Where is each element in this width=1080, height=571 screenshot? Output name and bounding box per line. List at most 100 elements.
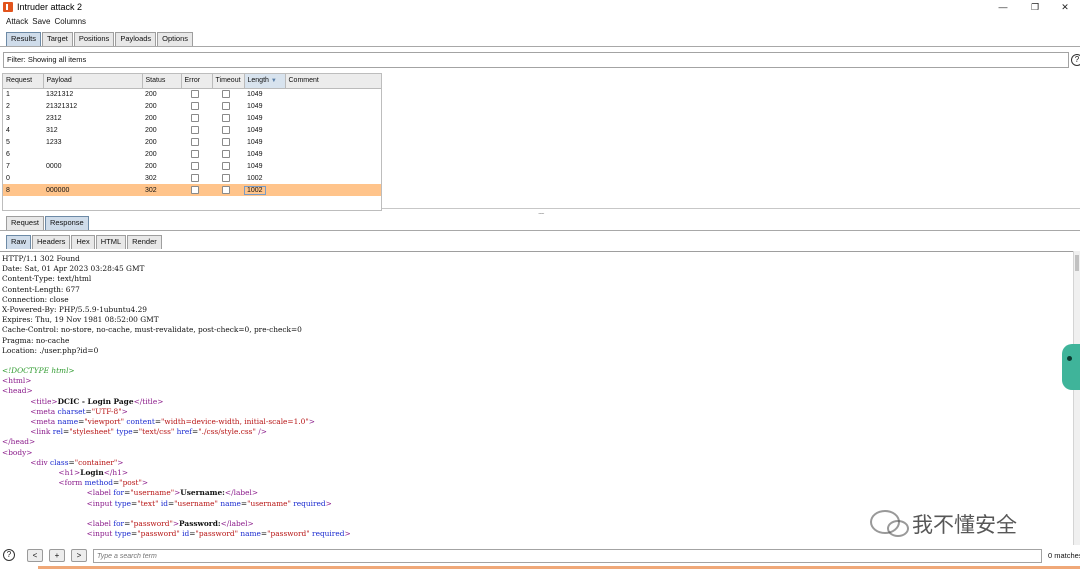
error-checkbox[interactable] xyxy=(191,162,199,170)
mascot-sticker-icon xyxy=(1062,344,1080,390)
tab-options[interactable]: Options xyxy=(157,32,194,46)
timeout-checkbox[interactable] xyxy=(222,90,230,99)
response-line xyxy=(2,356,1073,366)
cell-comment xyxy=(285,136,381,148)
table-row[interactable]: 0 302 1002 xyxy=(3,172,381,184)
cell-length-value: 1049 xyxy=(247,138,263,146)
response-token: "viewport" xyxy=(84,417,125,426)
cell-payload xyxy=(43,172,142,184)
tab-target[interactable]: Target xyxy=(42,32,73,46)
error-checkbox[interactable] xyxy=(191,138,199,146)
filter-bar[interactable]: Filter: Showing all items xyxy=(3,52,1069,68)
close-button[interactable]: ✕ xyxy=(1050,0,1080,15)
response-token: > xyxy=(344,529,351,539)
error-checkbox[interactable] xyxy=(191,126,199,134)
previous-match-button[interactable]: < xyxy=(27,549,43,562)
table-row[interactable]: 3 2312 200 1049 xyxy=(3,112,381,124)
response-token: <label xyxy=(86,518,114,528)
cell-request: 4 xyxy=(3,124,43,136)
help-icon[interactable]: ? xyxy=(3,549,15,561)
error-checkbox[interactable] xyxy=(191,102,199,110)
response-token: <h1> xyxy=(58,467,81,477)
timeout-checkbox[interactable] xyxy=(222,174,230,182)
cell-request: 5 xyxy=(3,136,43,148)
next-match-button[interactable]: > xyxy=(71,549,87,562)
response-line: Content-Type: text/html xyxy=(2,274,1073,284)
table-row[interactable]: 8 000000 302 1002 xyxy=(3,184,381,196)
error-checkbox[interactable] xyxy=(191,90,199,99)
cell-payload-value: 2312 xyxy=(46,114,62,122)
tab-request[interactable]: Request xyxy=(6,216,44,230)
table-row[interactable]: 2 21321312 200 1049 xyxy=(3,100,381,112)
response-token: "width=device-width, initial-scale=1.0" xyxy=(161,417,309,426)
response-token: /> xyxy=(258,427,267,437)
response-raw-view[interactable]: HTTP/1.1 302 Found Date: Sat, 01 Apr 2023… xyxy=(0,251,1073,545)
timeout-checkbox[interactable] xyxy=(222,162,230,170)
cell-length: 1049 xyxy=(244,160,285,172)
error-checkbox[interactable] xyxy=(191,174,199,182)
menu-columns[interactable]: Columns xyxy=(52,15,88,29)
response-token xyxy=(2,499,87,508)
response-token: <meta xyxy=(30,417,58,426)
cell-request-value: 1 xyxy=(6,90,10,98)
minimize-button[interactable]: — xyxy=(988,0,1018,15)
response-token: <form xyxy=(58,478,85,488)
splitter-handle[interactable]: ...... xyxy=(538,209,545,216)
sort-desc-icon: ▼ xyxy=(270,78,277,85)
tab-raw[interactable]: Raw xyxy=(6,235,32,249)
help-icon[interactable]: ? xyxy=(1071,54,1080,66)
response-token: for xyxy=(113,488,125,498)
results-table-panel: Request Payload Status Error Timeout Len… xyxy=(2,73,382,211)
response-line: <head> xyxy=(2,386,1073,396)
timeout-checkbox[interactable] xyxy=(222,126,230,134)
response-token xyxy=(2,529,87,538)
tab-headers[interactable]: Headers xyxy=(32,235,71,249)
maximize-button[interactable]: ❐ xyxy=(1020,0,1050,15)
cell-comment xyxy=(285,124,381,136)
response-token: <input xyxy=(86,498,115,508)
table-row[interactable]: 6 200 1049 xyxy=(3,148,381,160)
scrollbar-thumb[interactable] xyxy=(1075,255,1079,271)
column-payload[interactable]: Payload xyxy=(43,74,143,89)
response-token: class xyxy=(50,457,69,467)
timeout-checkbox[interactable] xyxy=(222,186,230,194)
menu-save[interactable]: Save xyxy=(30,15,52,29)
tab-hex[interactable]: Hex xyxy=(71,235,95,249)
response-token: X-Powered-By: PHP/5.5.9-1ubuntu4.29 xyxy=(2,304,147,314)
table-row[interactable]: 4 312 200 1049 xyxy=(3,124,381,136)
column-length[interactable]: Length ▼ xyxy=(244,74,286,89)
cell-length: 1049 xyxy=(244,112,285,124)
menu-attack[interactable]: Attack xyxy=(4,15,30,29)
timeout-checkbox[interactable] xyxy=(222,114,230,122)
search-input[interactable] xyxy=(94,550,1041,562)
tab-results[interactable]: Results xyxy=(6,32,42,46)
tab-positions[interactable]: Positions xyxy=(73,32,115,46)
add-button[interactable]: + xyxy=(49,549,65,562)
table-row[interactable]: 7 0000 200 1049 xyxy=(3,160,381,172)
column-error[interactable]: Error xyxy=(181,74,213,89)
column-comment[interactable]: Comment xyxy=(285,74,381,89)
error-checkbox[interactable] xyxy=(191,150,199,158)
table-row[interactable]: 1 1321312 200 1049 xyxy=(3,88,381,100)
search-field[interactable] xyxy=(93,549,1042,563)
timeout-checkbox[interactable] xyxy=(222,102,230,110)
tab-render[interactable]: Render xyxy=(127,235,162,249)
column-timeout[interactable]: Timeout xyxy=(212,74,245,89)
table-row[interactable]: 5 1233 200 1049 xyxy=(3,136,381,148)
cell-status: 200 xyxy=(142,160,181,172)
vertical-scrollbar[interactable] xyxy=(1073,251,1080,545)
tab-html[interactable]: HTML xyxy=(95,235,127,249)
response-token: "text/css" xyxy=(138,427,175,437)
cell-payload-value: 1233 xyxy=(46,138,62,146)
timeout-checkbox[interactable] xyxy=(222,150,230,158)
response-token: "./css/style.css" xyxy=(198,427,256,437)
column-status[interactable]: Status xyxy=(142,74,182,89)
timeout-checkbox[interactable] xyxy=(222,138,230,146)
column-request[interactable]: Request xyxy=(3,74,44,89)
error-checkbox[interactable] xyxy=(191,114,199,122)
error-checkbox[interactable] xyxy=(191,186,199,194)
tab-payloads[interactable]: Payloads xyxy=(115,32,157,46)
response-token: <link xyxy=(30,427,53,437)
tab-response[interactable]: Response xyxy=(44,216,89,230)
cell-request-value: 5 xyxy=(6,138,10,146)
